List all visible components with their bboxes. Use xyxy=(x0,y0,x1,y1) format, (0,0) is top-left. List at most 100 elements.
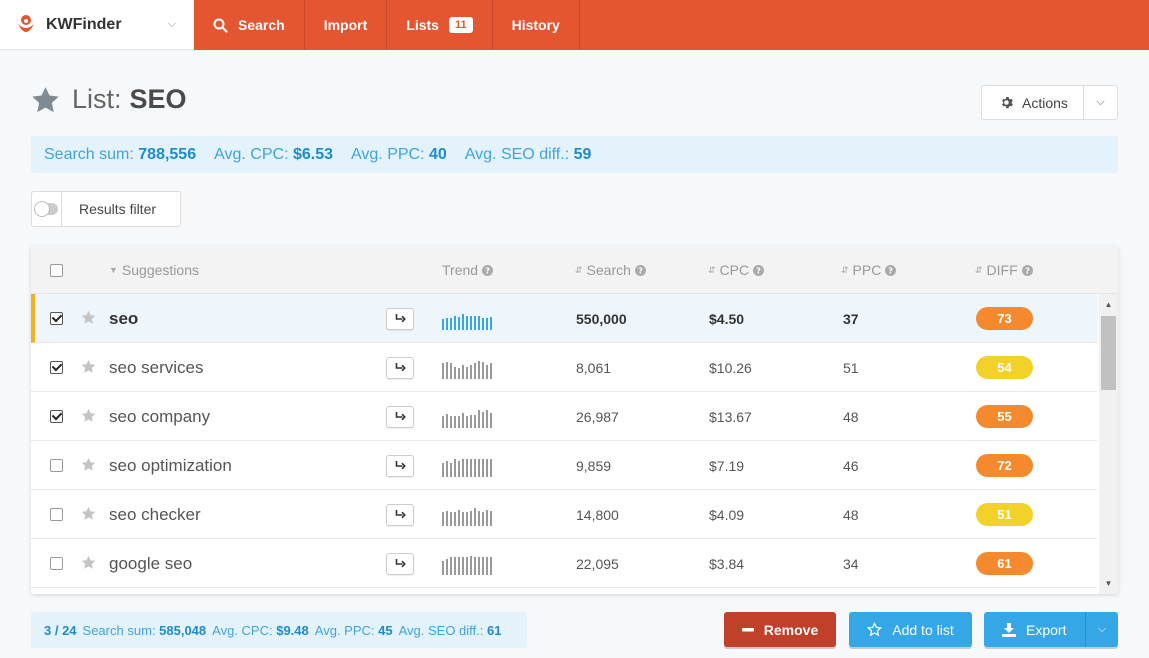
keyword-text[interactable]: seo services xyxy=(109,343,203,392)
table-scrollbar[interactable]: ▲ ▼ xyxy=(1099,294,1118,594)
favorite-star-icon[interactable] xyxy=(31,86,60,114)
add-to-list-button[interactable]: Add to list xyxy=(849,612,972,647)
sel-search-label: Search sum: xyxy=(82,622,156,638)
nav-search[interactable]: Search xyxy=(194,0,305,50)
trend-sparkline xyxy=(442,308,492,330)
table-row[interactable]: seo 550,000 $4.50 37 73 xyxy=(31,294,1097,343)
row-checkbox[interactable] xyxy=(50,361,63,374)
keyword-text[interactable]: google seo xyxy=(109,539,192,588)
row-star-cell xyxy=(81,490,96,539)
actions-label: Actions xyxy=(1022,94,1068,111)
arrow-turn-right-icon xyxy=(395,510,406,519)
star-icon[interactable] xyxy=(81,506,96,524)
sel-ppc-label: Avg. PPC: xyxy=(314,622,375,638)
nav-import[interactable]: Import xyxy=(305,0,388,50)
trend-bar xyxy=(442,362,444,379)
row-checkbox-cell xyxy=(50,392,63,441)
search-keyword-button[interactable] xyxy=(386,503,414,526)
star-icon[interactable] xyxy=(81,310,96,328)
actions-button[interactable]: Actions xyxy=(982,86,1084,119)
trend-bar xyxy=(458,367,460,379)
gear-icon xyxy=(1000,96,1013,109)
table-row[interactable]: seo services 8,061 $10.26 51 54 xyxy=(31,343,1097,392)
svg-text:?: ? xyxy=(1025,265,1030,275)
col-cpc[interactable]: ⇵ CPC ? xyxy=(708,246,765,294)
trend-bar xyxy=(474,556,476,575)
nav-history[interactable]: History xyxy=(493,0,580,50)
search-keyword-button[interactable] xyxy=(386,356,414,379)
search-keyword-button[interactable] xyxy=(386,454,414,477)
diff-badge: 55 xyxy=(976,405,1033,428)
ppc-value: 37 xyxy=(843,310,859,327)
col-search-label: Search xyxy=(586,262,631,278)
keyword-text[interactable]: seo company xyxy=(109,392,210,441)
row-checkbox[interactable] xyxy=(50,459,63,472)
nav-import-label: Import xyxy=(323,17,368,33)
search-keyword-button[interactable] xyxy=(386,307,414,330)
help-icon[interactable]: ? xyxy=(482,264,494,276)
trend-bar xyxy=(446,558,448,575)
scroll-down-icon[interactable]: ▼ xyxy=(1099,579,1118,588)
remove-button[interactable]: Remove xyxy=(724,612,836,647)
trend-bar xyxy=(474,315,476,330)
nav-lists[interactable]: Lists 11 xyxy=(387,0,493,50)
actions-chevron-down-icon[interactable]: ⌵ xyxy=(1084,96,1117,109)
trend-bar xyxy=(446,361,448,379)
export-chevron-down-icon[interactable]: ⌵ xyxy=(1086,623,1118,636)
select-all-checkbox[interactable] xyxy=(50,263,63,277)
col-ppc[interactable]: ⇵ PPC ? xyxy=(841,246,897,294)
trend-bar xyxy=(446,317,448,330)
col-suggestions[interactable]: ▼ Suggestions xyxy=(109,246,199,294)
trend-bar xyxy=(454,415,456,428)
keyword-text[interactable]: seo checker xyxy=(109,490,201,539)
arrow-turn-right-icon xyxy=(395,363,406,372)
row-checkbox[interactable] xyxy=(50,410,63,423)
trend-cell xyxy=(442,539,492,588)
row-checkbox[interactable] xyxy=(50,312,63,325)
arrow-turn-right-icon xyxy=(395,559,406,568)
keyword-text[interactable]: seo xyxy=(109,294,138,343)
col-suggestions-label: Suggestions xyxy=(121,262,199,278)
row-checkbox[interactable] xyxy=(50,557,63,570)
table-row[interactable]: seo company 26,987 $13.67 48 55 xyxy=(31,392,1097,441)
row-checkbox[interactable] xyxy=(50,508,63,521)
trend-bar xyxy=(490,556,492,575)
help-icon[interactable]: ? xyxy=(1021,264,1033,276)
col-search[interactable]: ⇵ Search ? xyxy=(575,246,646,294)
diff-badge: 51 xyxy=(976,503,1033,526)
col-diff[interactable]: ⇵ DIFF ? xyxy=(975,246,1033,294)
help-icon[interactable]: ? xyxy=(885,264,897,276)
star-icon[interactable] xyxy=(81,555,96,573)
row-goto-cell xyxy=(386,294,414,343)
help-icon[interactable]: ? xyxy=(634,264,646,276)
export-button[interactable]: Export xyxy=(984,612,1086,647)
trend-bar xyxy=(466,556,468,575)
trend-bar xyxy=(466,511,468,526)
help-icon[interactable]: ? xyxy=(753,264,765,276)
trend-bar xyxy=(458,316,460,330)
results-filter-toggle[interactable] xyxy=(32,192,62,226)
star-icon[interactable] xyxy=(81,359,96,377)
star-icon[interactable] xyxy=(81,457,96,475)
app-switcher[interactable]: KWFinder ⌵ xyxy=(0,0,194,50)
trend-bar xyxy=(486,317,488,330)
trend-bar xyxy=(454,511,456,526)
cpc-value: $4.09 xyxy=(709,506,745,523)
table-row[interactable]: google seo 22,095 $3.84 34 61 xyxy=(31,539,1097,588)
cpc-value: $10.26 xyxy=(709,359,752,376)
trend-sparkline xyxy=(442,455,492,477)
col-ppc-label: PPC xyxy=(852,262,882,278)
scroll-up-icon[interactable]: ▲ xyxy=(1099,300,1118,309)
table-row[interactable]: seo checker 14,800 $4.09 48 51 xyxy=(31,490,1097,539)
trend-bar xyxy=(462,364,464,379)
scrollbar-thumb[interactable] xyxy=(1101,316,1116,390)
row-star-cell xyxy=(81,343,96,392)
search-keyword-button[interactable] xyxy=(386,552,414,575)
sel-seo-value: 61 xyxy=(487,622,502,638)
keyword-text[interactable]: seo optimization xyxy=(109,441,232,490)
search-keyword-button[interactable] xyxy=(386,405,414,428)
trend-bar xyxy=(454,366,456,379)
table-row[interactable]: seo optimization 9,859 $7.19 46 72 xyxy=(31,441,1097,490)
results-filter-button[interactable]: Results filter xyxy=(31,191,181,227)
star-icon[interactable] xyxy=(81,408,96,426)
